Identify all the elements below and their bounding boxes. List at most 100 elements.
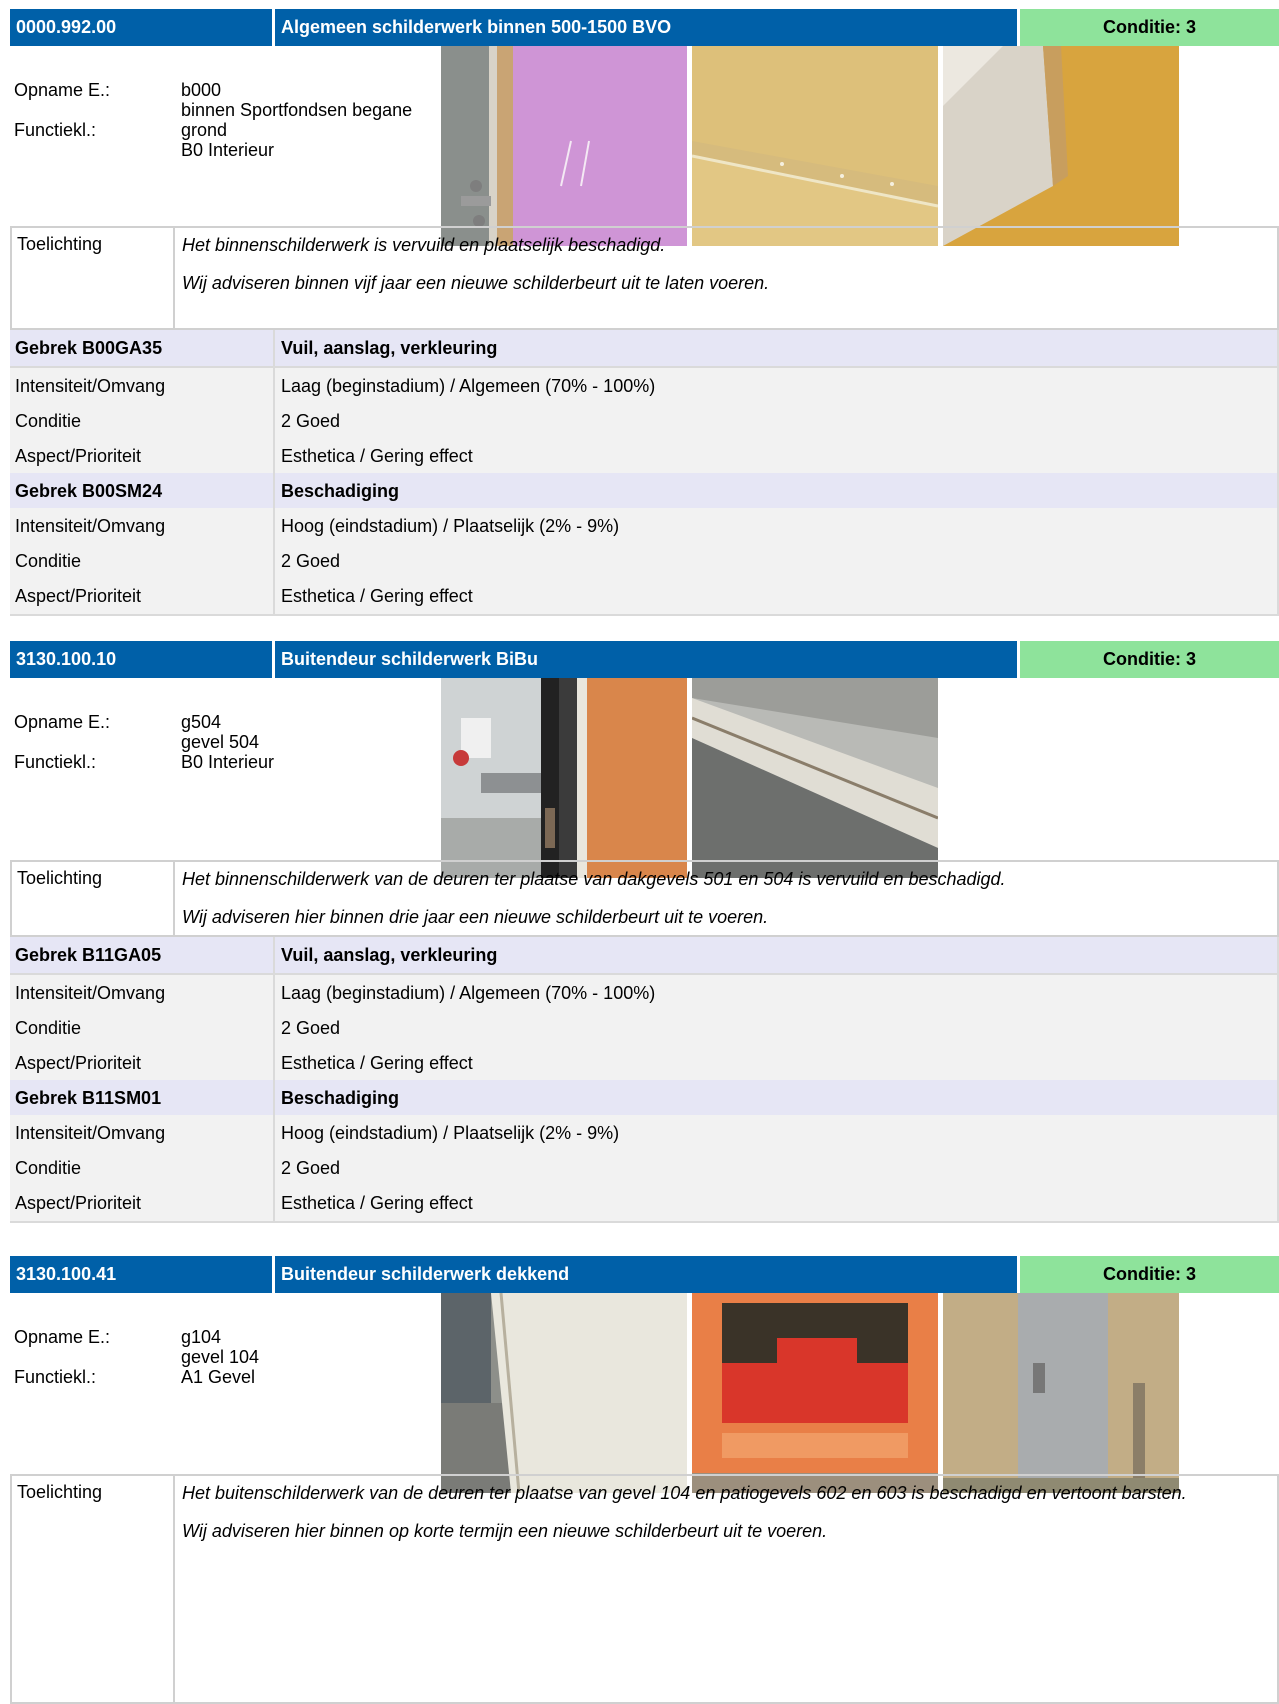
functie-value: A1 Gevel [181,1367,256,1387]
photo-white-door-roof[interactable] [441,1293,687,1493]
functie-label: Functiekl.: [14,120,97,140]
toelichting-box: Toelichting Het buitenschilderwerk van d… [10,1474,1279,1704]
row-label: Conditie [10,1010,275,1046]
gebrek-code: Gebrek B11SM01 [10,1080,275,1116]
table-row: Conditie 2 Goed [10,1010,1279,1048]
toelichting-line: Wij adviseren binnen vijf jaar een nieuw… [182,273,770,293]
toelichting-line: Wij adviseren hier binnen op korte termi… [182,1521,828,1541]
element-title: Buitendeur schilderwerk dekkend [275,1256,1020,1293]
photo-door-interior[interactable] [441,678,687,878]
toelichting-label: Toelichting [12,1476,175,1702]
opname-label: Opname E.: [14,1327,111,1347]
photo-orange-door[interactable] [692,1293,938,1493]
opname-info: Opname E.: Functiekl.: g504 gevel 504 B0… [14,712,474,792]
row-label: Aspect/Prioriteit [10,1185,275,1221]
gebrek-name: Beschadiging [281,1088,400,1108]
gebrek-code: Gebrek B00SM24 [10,473,275,509]
table-row: Intensiteit/Omvang Hoog (eindstadium) / … [10,1115,1279,1153]
row-label: Conditie [10,543,275,579]
row-label: Aspect/Prioriteit [10,1045,275,1081]
photo-grey-door-brick[interactable] [943,1293,1179,1493]
row-value: Esthetica / Gering effect [281,1053,473,1073]
table-row: Conditie 2 Goed [10,1150,1279,1188]
element-section-3: 3130.100.41 Buitendeur schilderwerk dekk… [10,1256,1279,1704]
table-row: Intensiteit/Omvang Hoog (eindstadium) / … [10,508,1279,546]
row-value: Hoog (eindstadium) / Plaatselijk (2% - 9… [281,1123,620,1143]
table-row: Aspect/Prioriteit Esthetica / Gering eff… [10,1185,1279,1223]
element-section-1: 0000.992.00 Algemeen schilderwerk binnen… [10,9,1279,664]
row-value: Esthetica / Gering effect [281,586,473,606]
gebrek-code: Gebrek B00GA35 [10,330,275,366]
opname-value: g104 [181,1327,222,1347]
location-value: binnen Sportfondsen begane [181,100,413,120]
toelichting-text: Het buitenschilderwerk van de deuren ter… [175,1476,1277,1702]
location-value-cont: grond [181,120,228,140]
table-row: Conditie 2 Goed [10,543,1279,581]
functie-label: Functiekl.: [14,1367,97,1387]
opname-info: Opname E.: Functiekl.: g104 gevel 104 A1… [14,1327,474,1407]
toelichting-box: Toelichting Het binnenschilderwerk is ve… [10,226,1279,330]
element-title: Algemeen schilderwerk binnen 500-1500 BV… [275,9,1020,46]
photo-yellow-wall-plint[interactable] [692,46,938,246]
condition-badge: Conditie: 3 [1020,9,1279,46]
table-row: Aspect/Prioriteit Esthetica / Gering eff… [10,1045,1279,1083]
section-header: 3130.100.10 Buitendeur schilderwerk BiBu… [10,641,1279,678]
toelichting-label: Toelichting [12,862,175,935]
gebrek-header-row: Gebrek B00SM24 Beschadiging [10,473,1279,511]
row-value: Laag (beginstadium) / Algemeen (70% - 10… [281,376,656,396]
table-row: Intensiteit/Omvang Laag (beginstadium) /… [10,368,1279,406]
opname-value: g504 [181,712,222,732]
gebrek-header-row: Gebrek B00GA35 Vuil, aanslag, verkleurin… [10,330,1279,368]
row-label: Conditie [10,1150,275,1186]
gebrek-name: Vuil, aanslag, verkleuring [281,338,498,358]
toelichting-line: Het buitenschilderwerk van de deuren ter… [182,1483,1187,1503]
element-code: 3130.100.10 [10,641,275,678]
row-value: 2 Goed [281,411,341,431]
photo-door-corner[interactable] [943,46,1179,246]
row-label: Intensiteit/Omvang [10,975,275,1011]
table-row: Intensiteit/Omvang Laag (beginstadium) /… [10,975,1279,1013]
toelichting-box: Toelichting Het binnenschilderwerk van d… [10,860,1279,937]
row-label: Intensiteit/Omvang [10,368,275,404]
photo-threshold[interactable] [692,678,938,878]
section-header: 0000.992.00 Algemeen schilderwerk binnen… [10,9,1279,46]
row-label: Aspect/Prioriteit [10,438,275,474]
element-title: Buitendeur schilderwerk BiBu [275,641,1020,678]
location-value: gevel 104 [181,1347,260,1367]
functie-label: Functiekl.: [14,752,97,772]
photo-pink-wall-door[interactable] [441,46,687,246]
row-value: Esthetica / Gering effect [281,446,473,466]
table-row: Aspect/Prioriteit Esthetica / Gering eff… [10,438,1279,476]
row-value: Esthetica / Gering effect [281,1193,473,1213]
section-header: 3130.100.41 Buitendeur schilderwerk dekk… [10,1256,1279,1293]
table-row: Conditie 2 Goed [10,403,1279,441]
opname-value: b000 [181,80,222,100]
row-value: 2 Goed [281,1018,341,1038]
opname-label: Opname E.: [14,712,111,732]
row-label: Intensiteit/Omvang [10,508,275,544]
toelichting-text: Het binnenschilderwerk van de deuren ter… [175,862,1277,935]
row-label: Aspect/Prioriteit [10,578,275,614]
element-code: 0000.992.00 [10,9,275,46]
toelichting-text: Het binnenschilderwerk is vervuild en pl… [175,228,1277,328]
row-label: Intensiteit/Omvang [10,1115,275,1151]
functie-value: B0 Interieur [181,140,275,160]
toelichting-line: Het binnenschilderwerk is vervuild en pl… [182,235,666,255]
toelichting-line: Het binnenschilderwerk van de deuren ter… [182,869,1006,889]
row-value: Hoog (eindstadium) / Plaatselijk (2% - 9… [281,516,620,536]
row-label: Conditie [10,403,275,439]
row-value: 2 Goed [281,551,341,571]
gebrek-header-row: Gebrek B11SM01 Beschadiging [10,1080,1279,1118]
condition-badge: Conditie: 3 [1020,1256,1279,1293]
location-value: gevel 504 [181,732,260,752]
gebrek-header-row: Gebrek B11GA05 Vuil, aanslag, verkleurin… [10,937,1279,975]
toelichting-line: Wij adviseren hier binnen drie jaar een … [182,907,769,927]
functie-value: B0 Interieur [181,752,275,772]
element-section-2: 3130.100.10 Buitendeur schilderwerk BiBu… [10,641,1279,1241]
gebrek-name: Beschadiging [281,481,400,501]
opname-info: Opname E.: Functiekl.: b000 binnen Sport… [14,80,474,180]
condition-badge: Conditie: 3 [1020,641,1279,678]
gebrek-name: Vuil, aanslag, verkleuring [281,945,498,965]
element-code: 3130.100.41 [10,1256,275,1293]
row-value: 2 Goed [281,1158,341,1178]
